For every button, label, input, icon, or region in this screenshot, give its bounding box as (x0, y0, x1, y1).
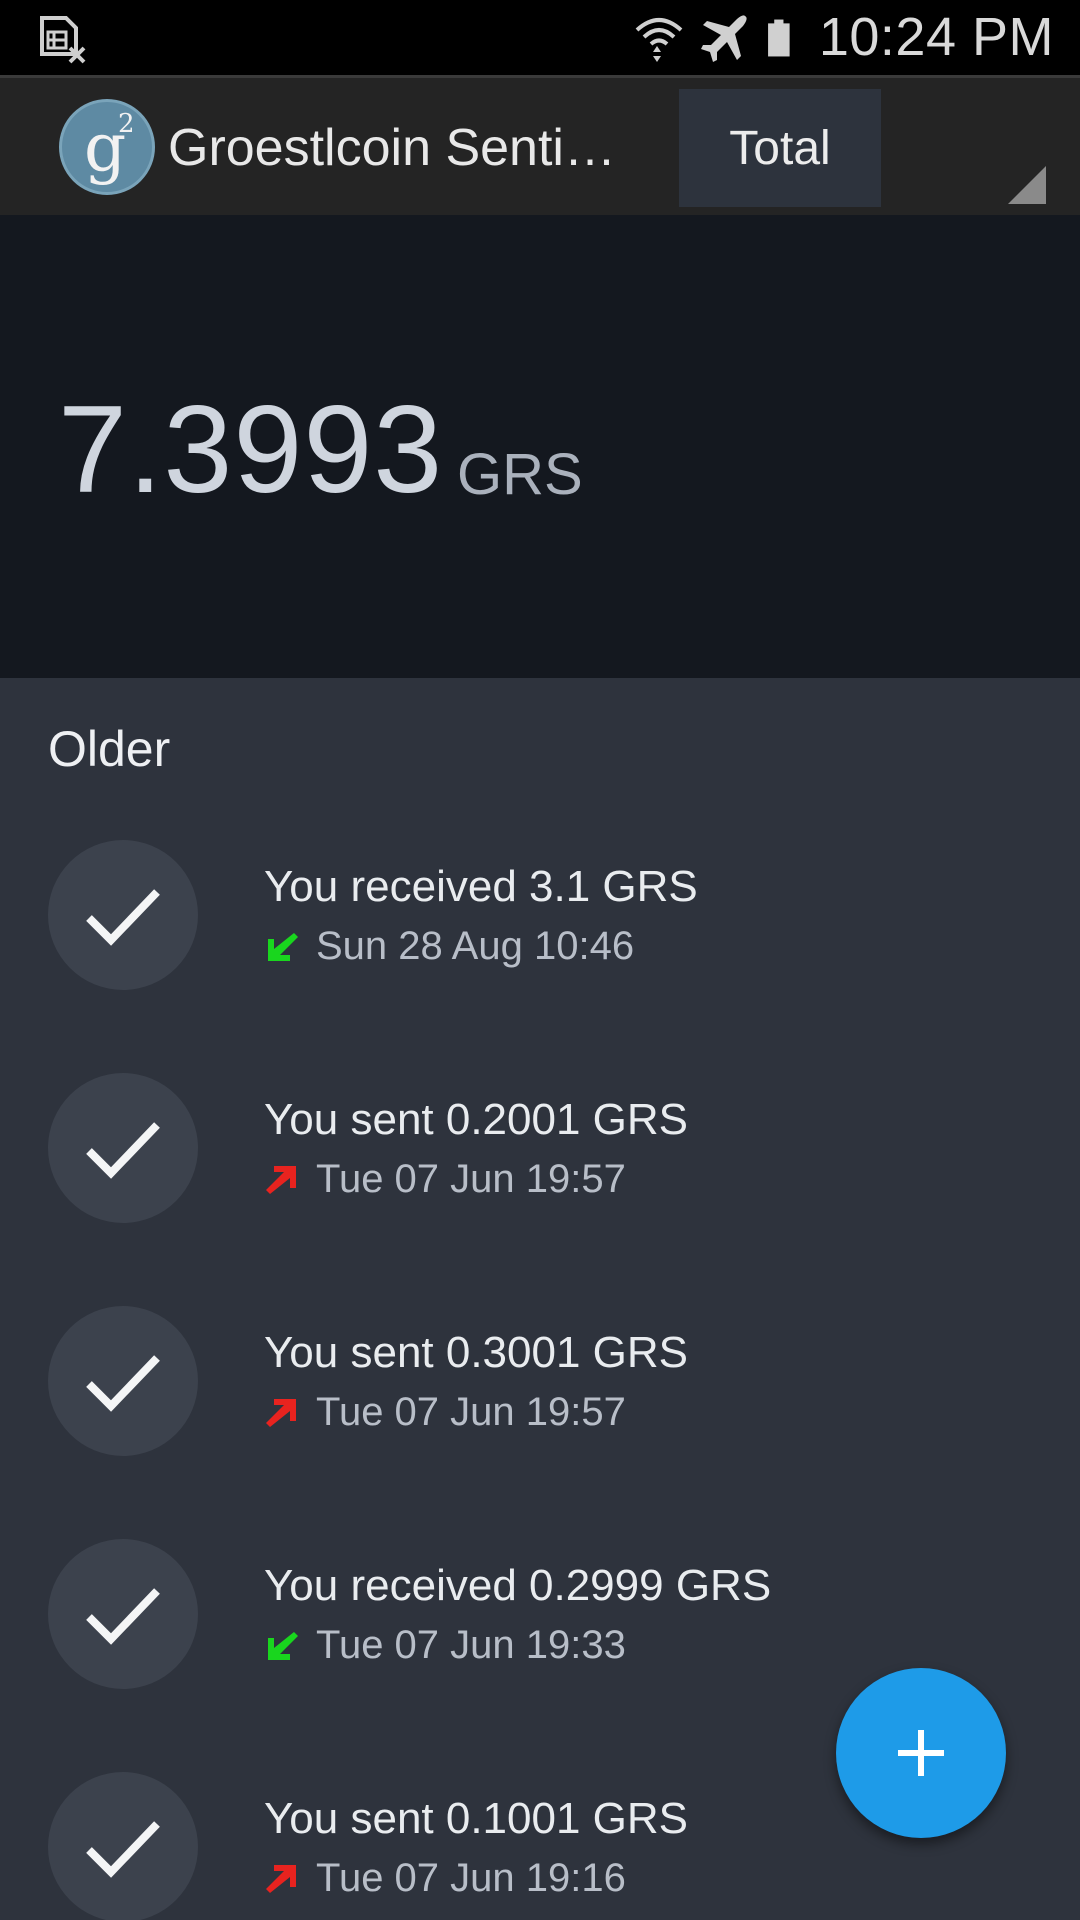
checkmark-icon (86, 1821, 160, 1878)
transaction-row[interactable]: You sent 0.3001 GRS Tue 07 Jun 19:57 (0, 1306, 1080, 1539)
groestlcoin-logo[interactable]: g 2 (59, 99, 155, 195)
transaction-date: Tue 07 Jun 19:16 (316, 1856, 626, 1900)
app-title: Groestlcoin Senti… (168, 119, 616, 177)
wifi-icon (635, 17, 683, 62)
status-circle (48, 1306, 198, 1456)
transaction-row[interactable]: You received 3.1 GRS Sun 28 Aug 10:46 (0, 840, 1080, 1073)
status-time: 10:24 PM (818, 7, 1054, 67)
transaction-title: You sent 0.3001 GRS (264, 1328, 689, 1377)
battery-icon (767, 19, 790, 56)
balance-panel: 7.3993 GRS (0, 215, 1080, 678)
screen: 10:24 PM g 2 Groestlcoin Senti… Total 7.… (0, 0, 1080, 1920)
transaction-date: Tue 07 Jun 19:33 (316, 1623, 626, 1667)
transaction-title: You received 3.1 GRS (264, 862, 698, 911)
transaction-date: Sun 28 Aug 10:46 (316, 924, 635, 968)
add-button[interactable] (836, 1668, 1006, 1838)
transaction-row[interactable]: You sent 0.2001 GRS Tue 07 Jun 19:57 (0, 1073, 1080, 1306)
logo-glyph-icon: g 2 (84, 109, 135, 186)
account-selector-label: Total (729, 121, 831, 175)
account-selector[interactable]: Total (679, 89, 881, 207)
checkmark-icon (86, 889, 160, 946)
dropdown-corner-icon[interactable] (1008, 166, 1046, 204)
checkmark-icon (86, 1588, 160, 1645)
transaction-title: You received 0.2999 GRS (264, 1561, 772, 1610)
sent-arrow-icon (266, 1865, 296, 1893)
transaction-date: Tue 07 Jun 19:57 (316, 1390, 626, 1434)
svg-text:2: 2 (118, 109, 135, 139)
transaction-title: You sent 0.2001 GRS (264, 1095, 689, 1144)
status-circle (48, 1539, 198, 1689)
balance-amount: 7.3993 (58, 381, 444, 519)
status-circle (48, 1073, 198, 1223)
app-bar: g 2 Groestlcoin Senti… Total (0, 75, 1080, 215)
received-arrow-icon (268, 933, 298, 961)
status-circle (48, 840, 198, 990)
balance-unit: GRS (457, 442, 583, 507)
section-header: Older (48, 721, 171, 777)
status-circle (48, 1772, 198, 1920)
transaction-date: Tue 07 Jun 19:57 (316, 1157, 626, 1201)
sent-arrow-icon (266, 1399, 296, 1427)
sent-arrow-icon (266, 1166, 296, 1194)
plus-icon (898, 1730, 944, 1776)
checkmark-icon (86, 1122, 160, 1179)
received-arrow-icon (268, 1632, 298, 1660)
status-icons: 10:24 PM (633, 0, 1054, 75)
status-bar: 10:24 PM (0, 0, 1080, 75)
transaction-title: You sent 0.1001 GRS (264, 1794, 689, 1843)
checkmark-icon (86, 1355, 160, 1412)
sim-missing-icon (40, 16, 86, 64)
airplane-mode-icon (700, 14, 747, 62)
